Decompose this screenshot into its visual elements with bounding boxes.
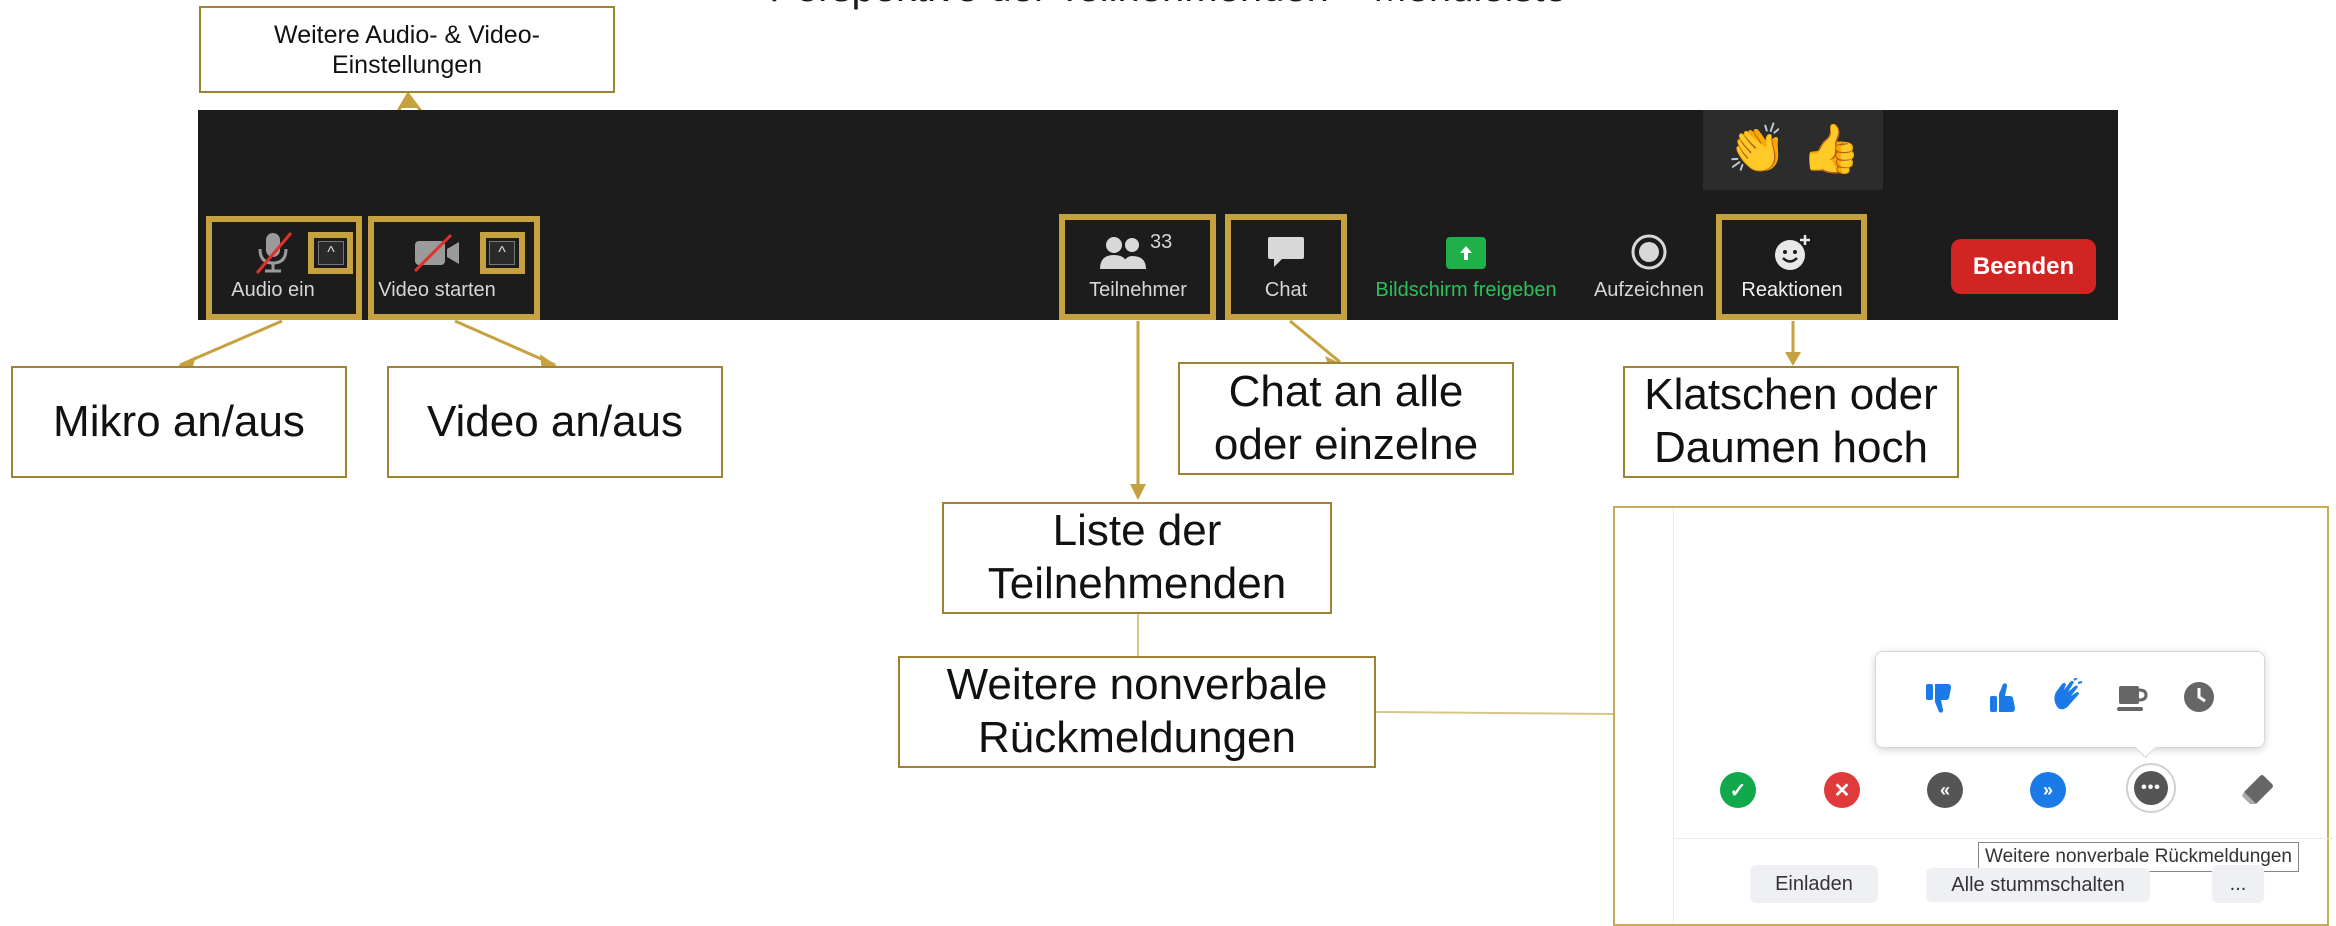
nonverbal-feedback-popup [1875,651,2265,759]
end-meeting-button[interactable]: Beenden [1951,239,2096,294]
callout-mic: Mikro an/aus [11,366,347,478]
connector-video [454,319,556,367]
highlight-chat [1225,214,1347,320]
mute-all-button[interactable]: Alle stummschalten [1926,868,2150,902]
share-screen-icon [1446,237,1486,269]
invite-button[interactable]: Einladen [1750,865,1878,903]
eraser-icon[interactable] [2238,768,2278,808]
clock-icon[interactable] [2182,680,2216,714]
callout-reactions: Klatschen oder Daumen hoch [1623,366,1959,478]
clap-emoji-icon[interactable]: 👏 [1727,124,1787,176]
connector-nonverbal-panel [1375,711,1614,715]
share-screen-label: Bildschirm freigeben [1375,279,1557,301]
callout-chat: Chat an alle oder einzelne [1178,362,1514,475]
thumbs-up-icon[interactable] [1988,680,2018,714]
arrowhead-reactions [1785,352,1801,366]
share-screen-button[interactable]: Bildschirm freigeben [1368,215,1564,310]
callout-video: Video an/aus [387,366,723,478]
more-feedback-button[interactable]: ••• [2126,763,2176,813]
highlight-audio-caret [308,232,353,274]
callout-settings: Weitere Audio- & Video-Einstellungen [199,6,615,93]
reaction-popup: 👏 👍 [1703,110,1883,190]
arrowhead-settings [398,92,418,108]
more-icon: ••• [2134,771,2168,805]
thumbs-down-icon[interactable] [1924,682,1954,716]
record-button[interactable]: Aufzeichnen [1586,215,1712,310]
faster-icon[interactable]: » [2030,772,2066,808]
coffee-icon[interactable] [2116,680,2150,714]
no-icon[interactable]: ✕ [1824,772,1860,808]
panel-separator [1673,838,2333,839]
thumbs-up-emoji-icon[interactable]: 👍 [1801,124,1861,176]
highlight-participants [1059,214,1216,320]
highlight-video-caret [480,232,525,274]
callout-participants: Liste der Teilnehmenden [942,502,1332,614]
panel-divider [1673,508,1674,924]
slower-icon[interactable]: « [1927,772,1963,808]
callout-nonverbal: Weitere nonverbale Rückmeldungen [898,656,1376,768]
arrowhead-participants [1130,484,1146,500]
panel-more-button[interactable]: ... [2212,865,2264,903]
record-icon [1631,234,1667,270]
clap-icon[interactable] [2050,678,2084,714]
record-label: Aufzeichnen [1593,279,1705,301]
highlight-reactions [1716,214,1867,320]
yes-icon[interactable]: ✓ [1720,772,1756,808]
connector-chat [1289,319,1341,364]
